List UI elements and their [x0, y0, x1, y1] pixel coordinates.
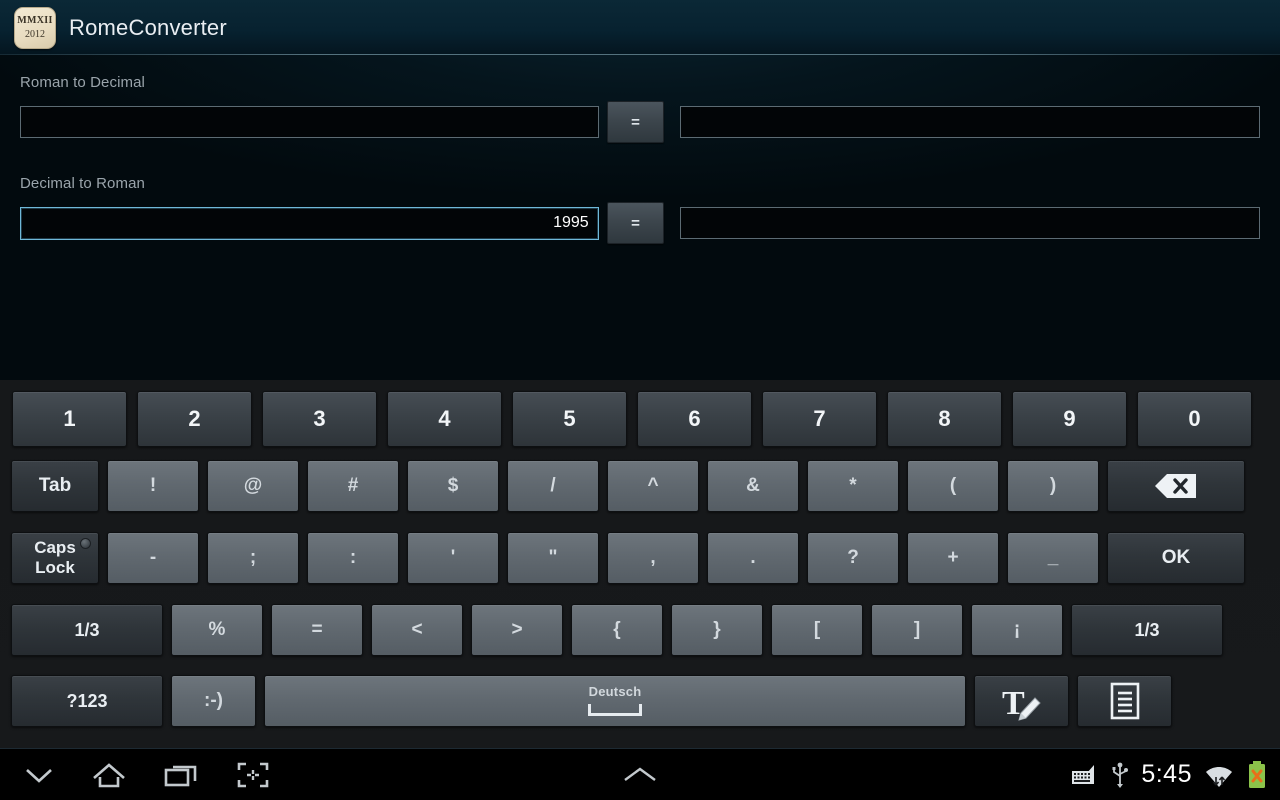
key-space[interactable]: Deutsch [264, 675, 966, 727]
key-4[interactable]: 4 [387, 391, 502, 447]
key-caps-lock[interactable]: Caps Lock [11, 532, 99, 584]
handwriting-icon: T [999, 681, 1045, 721]
key-inverted-exclamation[interactable]: ¡ [971, 604, 1063, 656]
key-quote[interactable]: " [507, 532, 599, 584]
keyboard-language-label: Deutsch [588, 684, 642, 699]
key-5[interactable]: 5 [512, 391, 627, 447]
key-emoji[interactable]: :-) [171, 675, 256, 727]
clipboard-icon [1108, 681, 1142, 721]
key-hyphen[interactable]: - [107, 532, 199, 584]
key-1[interactable]: 1 [12, 391, 127, 447]
backspace-icon [1153, 471, 1199, 501]
key-page-left[interactable]: 1/3 [11, 604, 163, 656]
usb-icon [1111, 762, 1129, 788]
app-content-area: MMXII 2012 RomeConverter Roman to Decima… [0, 0, 1280, 380]
keyboard-icon[interactable] [1071, 763, 1099, 787]
key-3[interactable]: 3 [262, 391, 377, 447]
key-tab[interactable]: Tab [11, 460, 99, 512]
key-semicolon[interactable]: ; [207, 532, 299, 584]
app-title-bar: MMXII 2012 RomeConverter [0, 0, 1280, 55]
keyboard-row-bottom: ?123 :-) Deutsch T [7, 666, 1273, 736]
key-6[interactable]: 6 [637, 391, 752, 447]
roman-equals-button[interactable]: = [606, 101, 665, 143]
system-navigation-bar: 5:45 [0, 748, 1280, 800]
roman-input[interactable] [20, 106, 599, 138]
on-screen-keyboard: 1 2 3 4 5 6 7 8 9 0 Tab ! @ # $ / ^ & * … [0, 380, 1280, 748]
key-paren-close[interactable]: ) [1007, 460, 1099, 512]
recents-icon[interactable] [162, 761, 202, 789]
key-clipboard[interactable] [1077, 675, 1172, 727]
keyboard-row-symbols-1: Tab ! @ # $ / ^ & * ( ) [7, 450, 1273, 522]
caps-lock-led-icon [80, 538, 91, 549]
key-paren-open[interactable]: ( [907, 460, 999, 512]
status-clock: 5:45 [1141, 760, 1192, 788]
roman-output[interactable] [680, 106, 1260, 138]
space-bar-icon [588, 704, 642, 716]
app-icon: MMXII 2012 [14, 6, 56, 49]
key-0[interactable]: 0 [1137, 391, 1252, 447]
key-percent[interactable]: % [171, 604, 263, 656]
app-title: RomeConverter [69, 14, 227, 40]
key-caret[interactable]: ^ [607, 460, 699, 512]
battery-error-icon [1246, 760, 1268, 790]
decimal-to-roman-row: = [20, 202, 1260, 244]
key-8[interactable]: 8 [887, 391, 1002, 447]
key-equals[interactable]: = [271, 604, 363, 656]
device-screen: MMXII 2012 RomeConverter Roman to Decima… [0, 0, 1280, 800]
key-caps-lock-line1: Caps [34, 538, 76, 557]
keyboard-row-symbols-2: Caps Lock - ; : ' " , . ? + _ OK [7, 522, 1273, 594]
key-greater-than[interactable]: > [471, 604, 563, 656]
keyboard-row-numbers: 1 2 3 4 5 6 7 8 9 0 [7, 388, 1273, 450]
app-icon-line2: 2012 [25, 28, 45, 40]
key-7[interactable]: 7 [762, 391, 877, 447]
chevron-up-icon[interactable] [619, 763, 661, 787]
key-colon[interactable]: : [307, 532, 399, 584]
wifi-icon [1204, 761, 1234, 789]
key-exclamation[interactable]: ! [107, 460, 199, 512]
status-icons: 5:45 [1071, 760, 1268, 790]
key-at[interactable]: @ [207, 460, 299, 512]
key-brace-close[interactable]: } [671, 604, 763, 656]
key-plus[interactable]: + [907, 532, 999, 584]
key-underscore[interactable]: _ [1007, 532, 1099, 584]
decimal-input[interactable] [20, 206, 599, 240]
key-bracket-open[interactable]: [ [771, 604, 863, 656]
key-bracket-close[interactable]: ] [871, 604, 963, 656]
key-2[interactable]: 2 [137, 391, 252, 447]
decimal-output[interactable] [680, 207, 1260, 239]
key-question[interactable]: ? [807, 532, 899, 584]
home-icon[interactable] [90, 761, 128, 789]
screenshot-icon[interactable] [236, 761, 270, 789]
decimal-equals-button[interactable]: = [606, 202, 665, 244]
system-nav-buttons [0, 761, 270, 789]
roman-to-decimal-row: = [20, 101, 1260, 143]
key-ok[interactable]: OK [1107, 532, 1245, 584]
key-handwriting[interactable]: T [974, 675, 1069, 727]
key-dollar[interactable]: $ [407, 460, 499, 512]
key-comma[interactable]: , [607, 532, 699, 584]
converter-form: Roman to Decimal = Decimal to Roman = [0, 55, 1280, 244]
chevron-down-icon[interactable] [22, 763, 56, 787]
key-brace-open[interactable]: { [571, 604, 663, 656]
key-apostrophe[interactable]: ' [407, 532, 499, 584]
key-backspace[interactable] [1107, 460, 1245, 512]
key-page-right[interactable]: 1/3 [1071, 604, 1223, 656]
keyboard-row-symbols-3: 1/3 % = < > { } [ ] ¡ 1/3 [7, 594, 1273, 666]
decimal-to-roman-label: Decimal to Roman [20, 175, 145, 192]
key-less-than[interactable]: < [371, 604, 463, 656]
key-slash[interactable]: / [507, 460, 599, 512]
key-9[interactable]: 9 [1012, 391, 1127, 447]
key-ampersand[interactable]: & [707, 460, 799, 512]
roman-to-decimal-label: Roman to Decimal [20, 74, 145, 91]
key-caps-lock-line2: Lock [35, 558, 75, 577]
key-symbols-toggle[interactable]: ?123 [11, 675, 163, 727]
key-period[interactable]: . [707, 532, 799, 584]
key-asterisk[interactable]: * [807, 460, 899, 512]
app-icon-line1: MMXII [17, 14, 53, 26]
key-hash[interactable]: # [307, 460, 399, 512]
